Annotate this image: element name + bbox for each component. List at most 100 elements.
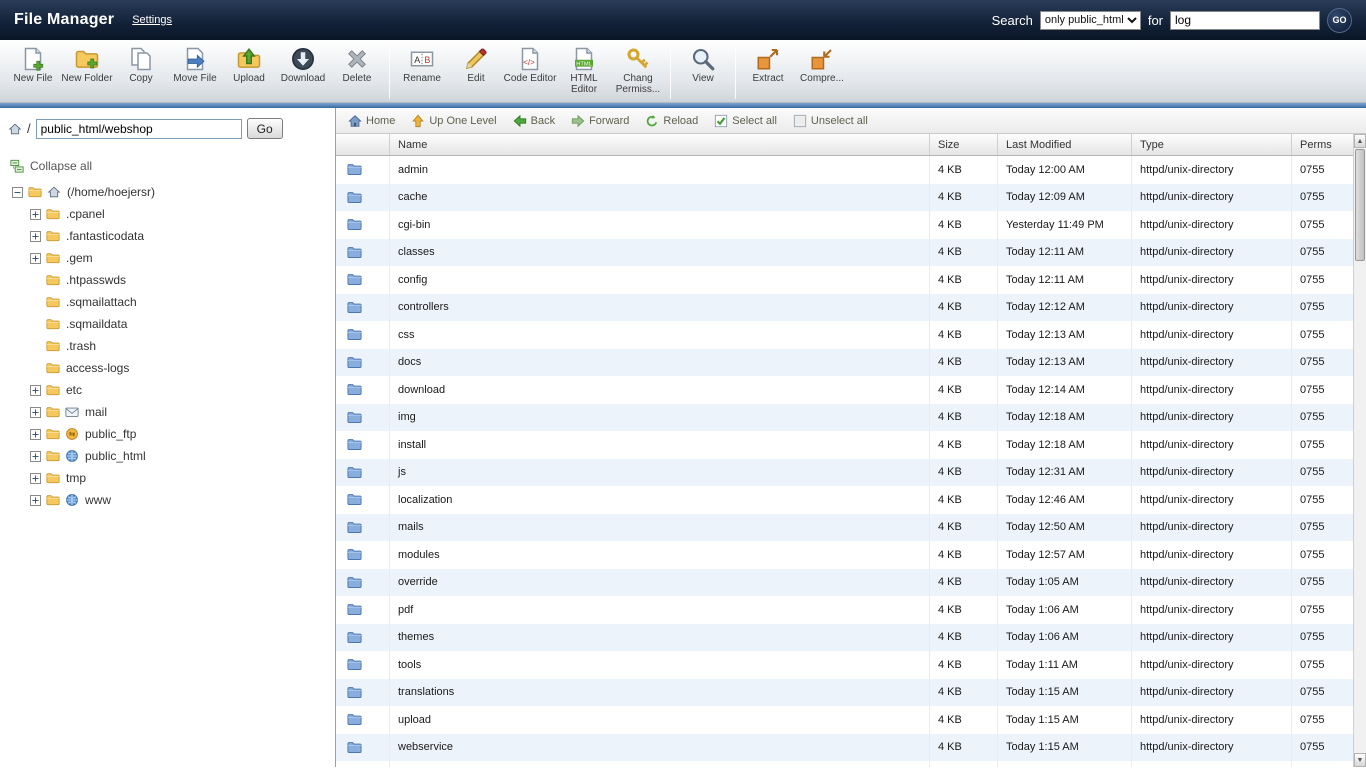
tree-item-etc[interactable]: etc: [0, 379, 335, 401]
tree-expander-plus-icon[interactable]: [30, 384, 41, 396]
folder-blue-icon: [336, 568, 390, 596]
toolbar-button-rename[interactable]: A B Rename: [395, 45, 449, 84]
file-name: admin: [390, 156, 930, 184]
toolbar-button-download[interactable]: Download: [276, 45, 330, 84]
toolbar-button-extract[interactable]: Extract: [741, 45, 795, 84]
vertical-scrollbar[interactable]: ▲ ▼: [1353, 134, 1366, 767]
table-row-tools[interactable]: tools 4 KB Today 1:11 AM httpd/unix-directo…: [336, 651, 1366, 679]
tree-item-sqmaildata[interactable]: .sqmaildata: [0, 313, 335, 335]
tree-item-trash[interactable]: .trash: [0, 335, 335, 357]
table-row-admin[interactable]: admin 4 KB Today 12:00 AM httpd/unix-direct…: [336, 156, 1366, 184]
collapse-all[interactable]: Collapse all: [10, 159, 335, 173]
file-type: httpd/unix-directory: [1132, 321, 1292, 349]
table-row-pdf[interactable]: pdf 4 KB Today 1:06 AM httpd/unix-directory…: [336, 596, 1366, 624]
table-row-controllers[interactable]: controllers 4 KB Today 12:12 AM httpd/unix-…: [336, 293, 1366, 321]
tree-expander-plus-icon[interactable]: [30, 230, 41, 242]
tree-item-cpanel[interactable]: .cpanel: [0, 203, 335, 225]
tree-item-fantasticodata[interactable]: .fantasticodata: [0, 225, 335, 247]
tree-item-access-logs[interactable]: access-logs: [0, 357, 335, 379]
toolbar-button-chang-permiss[interactable]: Chang Permiss...: [611, 45, 665, 95]
table-row-config[interactable]: config 4 KB Today 12:11 AM httpd/unix-direc…: [336, 266, 1366, 294]
tree-expander-plus-icon[interactable]: [30, 428, 41, 440]
tree-item-home-hoejersr[interactable]: (/home/hoejersr): [0, 181, 335, 203]
table-row-mails[interactable]: mails 4 KB Today 12:50 AM httpd/unix-direct…: [336, 513, 1366, 541]
table-row-classes[interactable]: classes 4 KB Today 12:11 AM httpd/unix-dire…: [336, 238, 1366, 266]
nav-forward[interactable]: Forward: [571, 114, 629, 128]
tree-item-tmp[interactable]: tmp: [0, 467, 335, 489]
table-row-upload[interactable]: upload 4 KB Today 1:15 AM httpd/unix-direct…: [336, 706, 1366, 734]
table-row-localization[interactable]: localization 4 KB Today 12:46 AM httpd/unix…: [336, 486, 1366, 514]
scrollbar-thumb[interactable]: [1355, 149, 1365, 261]
tree-item-gem[interactable]: .gem: [0, 247, 335, 269]
tree-expander-plus-icon[interactable]: [30, 208, 41, 220]
folder-blue-icon: [336, 431, 390, 459]
table-row-cgi-bin[interactable]: cgi-bin 4 KB Yesterday 11:49 PM httpd/unix-…: [336, 211, 1366, 239]
table-row-webservice[interactable]: webservice 4 KB Today 1:15 AM httpd/unix-di…: [336, 733, 1366, 761]
column-header-name[interactable]: Name: [390, 134, 930, 155]
table-row-modules[interactable]: modules 4 KB Today 12:57 AM httpd/unix-dire…: [336, 541, 1366, 569]
toolbar-button-new-folder[interactable]: New Folder: [60, 45, 114, 84]
table-row-translations[interactable]: translations 4 KB Today 1:15 AM httpd/unix-…: [336, 678, 1366, 706]
table-row-install[interactable]: install 4 KB Today 12:18 AM httpd/unix-dire…: [336, 431, 1366, 459]
tree-item-mail[interactable]: mail: [0, 401, 335, 423]
tree-item-public-html[interactable]: public_html: [0, 445, 335, 467]
path-input[interactable]: [35, 118, 242, 139]
toolbar-button-move-file[interactable]: Move File: [168, 45, 222, 84]
tree-expander-plus-icon[interactable]: [30, 472, 41, 484]
nav-unselect-all[interactable]: Unselect all: [793, 114, 868, 128]
toolbar-button-upload[interactable]: Upload: [222, 45, 276, 84]
column-header-icon[interactable]: [336, 134, 390, 155]
scroll-down-button[interactable]: ▼: [1354, 753, 1366, 767]
table-row-docs[interactable]: docs 4 KB Today 12:13 AM httpd/unix-directo…: [336, 348, 1366, 376]
toolbar-button-label: Chang Permiss...: [615, 73, 661, 95]
folder-icon: [45, 295, 61, 309]
tree-item-htpasswds[interactable]: .htpasswds: [0, 269, 335, 291]
table-row-img[interactable]: img 4 KB Today 12:18 AM httpd/unix-director…: [336, 403, 1366, 431]
toolbar-button-delete[interactable]: Delete: [330, 45, 384, 84]
nav-reload[interactable]: Reload: [645, 114, 698, 128]
path-go-button[interactable]: Go: [246, 118, 283, 139]
tree-expander-plus-icon[interactable]: [30, 450, 41, 462]
nav-back[interactable]: Back: [513, 114, 555, 128]
table-row-download[interactable]: download 4 KB Today 12:14 AM httpd/unix-dir…: [336, 376, 1366, 404]
search-go-button[interactable]: GO: [1327, 7, 1352, 33]
search-scope-select[interactable]: only public_html: [1039, 10, 1141, 30]
nav-up-one-level[interactable]: Up One Level: [411, 114, 497, 128]
scroll-up-button[interactable]: ▲: [1354, 134, 1366, 148]
folder-blue-icon: [336, 266, 390, 294]
table-row-override[interactable]: override 4 KB Today 1:05 AM httpd/unix-dire…: [336, 568, 1366, 596]
tree-expander-plus-icon[interactable]: [30, 494, 41, 506]
toolbar-button-new-file[interactable]: New File: [6, 45, 60, 84]
search-input[interactable]: [1170, 10, 1320, 30]
tree-item-sqmailattach[interactable]: .sqmailattach: [0, 291, 335, 313]
table-row[interactable]: 202 KB0644: [336, 761, 1366, 767]
path-prefix: /: [27, 121, 31, 136]
toolbar-button-code-editor[interactable]: </> Code Editor: [503, 45, 557, 84]
nav-select-all[interactable]: Select all: [714, 114, 777, 128]
column-header-last-modified[interactable]: Last Modified: [998, 134, 1132, 155]
table-row-cache[interactable]: cache 4 KB Today 12:09 AM httpd/unix-direct…: [336, 183, 1366, 211]
toolbar-button-copy[interactable]: Copy: [114, 45, 168, 84]
nav-home[interactable]: Home: [348, 114, 395, 128]
toolbar-button-compre[interactable]: Compre...: [795, 45, 849, 84]
settings-link[interactable]: Settings: [132, 14, 172, 26]
nav-item-label: Back: [530, 114, 556, 127]
column-header-size[interactable]: Size: [930, 134, 998, 155]
column-header-type[interactable]: Type: [1132, 134, 1292, 155]
toolbar-button-html-editor[interactable]: HTML HTML Editor: [557, 45, 611, 95]
tree-expander-plus-icon[interactable]: [30, 406, 41, 418]
file-name: classes: [390, 238, 930, 266]
tree-expander-minus-icon[interactable]: [12, 186, 23, 198]
table-row-js[interactable]: js 4 KB Today 12:31 AM httpd/unix-directory…: [336, 458, 1366, 486]
toolbar-button-view[interactable]: View: [676, 45, 730, 84]
nav-item-label: Select all: [732, 114, 777, 127]
folder-blue-icon: [336, 211, 390, 239]
tree-item-public-ftp[interactable]: public_ftp: [0, 423, 335, 445]
table-row-themes[interactable]: themes 4 KB Today 1:06 AM httpd/unix-direct…: [336, 623, 1366, 651]
tree-item-www[interactable]: www: [0, 489, 335, 511]
toolbar-button-edit[interactable]: Edit: [449, 45, 503, 84]
folder-icon: [45, 427, 61, 441]
table-row-css[interactable]: css 4 KB Today 12:13 AM httpd/unix-director…: [336, 321, 1366, 349]
tree-expander-plus-icon[interactable]: [30, 252, 41, 264]
